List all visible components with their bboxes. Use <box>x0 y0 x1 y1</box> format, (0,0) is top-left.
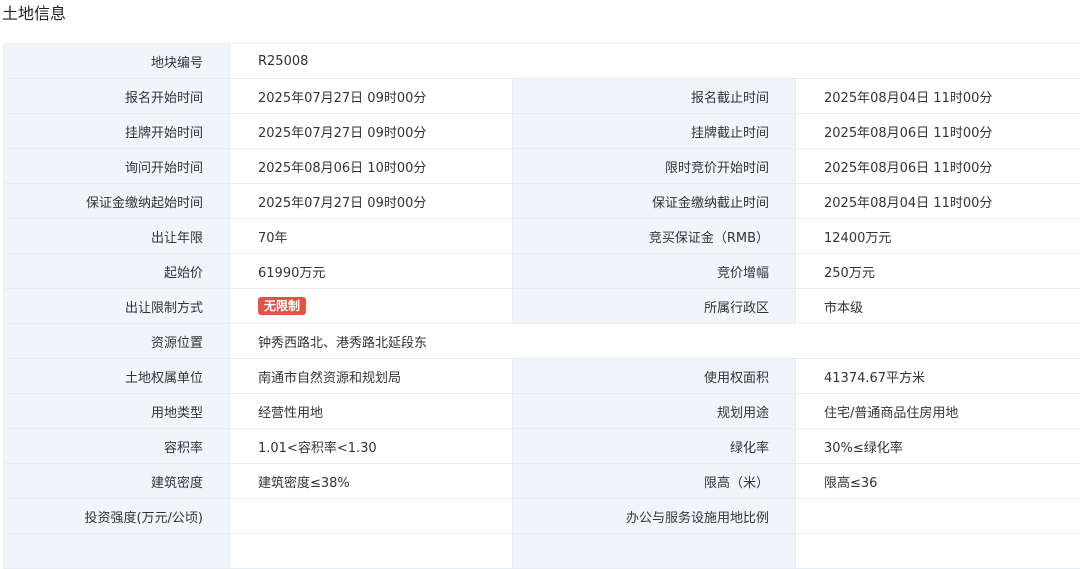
info-row: 容积率1.01<容积率<1.30绿化率30%≤绿化率 <box>4 429 1080 464</box>
field-value: 钟秀西路北、港秀路北延段东 <box>230 324 1080 359</box>
field-label: 土地权属单位 <box>4 359 230 394</box>
section-title: 土地信息 <box>2 3 66 25</box>
info-row: 用地类型经营性用地规划用途住宅/普通商品住房用地 <box>4 394 1080 429</box>
field-label: 所属行政区 <box>513 289 796 324</box>
info-row: 投资强度(万元/公顷) 办公与服务设施用地比例 <box>4 499 1080 534</box>
field-value: 250万元 <box>796 254 1080 289</box>
field-value: 30%≤绿化率 <box>796 429 1080 464</box>
field-value: 2025年07月27日 09时00分 <box>230 79 513 114</box>
field-value: 南通市自然资源和规划局 <box>230 359 513 394</box>
field-label <box>513 534 796 569</box>
field-value: 1.01<容积率<1.30 <box>230 429 513 464</box>
field-value: 限高≤36 <box>796 464 1080 499</box>
field-label: 挂牌开始时间 <box>4 114 230 149</box>
field-label <box>4 534 230 569</box>
field-label: 竞价增幅 <box>513 254 796 289</box>
field-value: 61990万元 <box>230 254 513 289</box>
field-label: 报名截止时间 <box>513 79 796 114</box>
field-value <box>796 534 1080 569</box>
field-label: 资源位置 <box>4 324 230 359</box>
info-row: 询问开始时间2025年08月06日 10时00分限时竞价开始时间2025年08月… <box>4 149 1080 184</box>
field-value: 经营性用地 <box>230 394 513 429</box>
field-value: 市本级 <box>796 289 1080 324</box>
field-value: 41374.67平方米 <box>796 359 1080 394</box>
field-label: 限时竞价开始时间 <box>513 149 796 184</box>
field-label: 保证金缴纳截止时间 <box>513 184 796 219</box>
info-row: 资源位置钟秀西路北、港秀路北延段东 <box>4 324 1080 359</box>
info-row: 建筑密度建筑密度≤38%限高（米）限高≤36 <box>4 464 1080 499</box>
field-value: 70年 <box>230 219 513 254</box>
field-value: 2025年08月06日 11时00分 <box>796 149 1080 184</box>
info-row: 地块编号R25008 <box>4 44 1080 79</box>
field-label: 地块编号 <box>4 44 230 79</box>
restriction-badge: 无限制 <box>258 297 306 315</box>
field-label: 使用权面积 <box>513 359 796 394</box>
field-label: 保证金缴纳起始时间 <box>4 184 230 219</box>
field-label: 挂牌截止时间 <box>513 114 796 149</box>
land-info-table: 地块编号R25008报名开始时间2025年07月27日 09时00分报名截止时间… <box>3 43 1080 569</box>
field-value: 2025年08月04日 11时00分 <box>796 79 1080 114</box>
info-row: 保证金缴纳起始时间2025年07月27日 09时00分保证金缴纳截止时间2025… <box>4 184 1080 219</box>
field-value <box>796 499 1080 534</box>
info-row: 出让限制方式 无限制 所属行政区市本级 <box>4 289 1080 324</box>
info-row: 报名开始时间2025年07月27日 09时00分报名截止时间2025年08月04… <box>4 79 1080 114</box>
field-value <box>230 499 513 534</box>
field-value: 2025年07月27日 09时00分 <box>230 184 513 219</box>
land-info-table-body: 地块编号R25008报名开始时间2025年07月27日 09时00分报名截止时间… <box>4 44 1080 569</box>
field-label: 投资强度(万元/公顷) <box>4 499 230 534</box>
info-row: 起始价61990万元竞价增幅250万元 <box>4 254 1080 289</box>
field-label: 报名开始时间 <box>4 79 230 114</box>
info-row: 土地权属单位南通市自然资源和规划局使用权面积41374.67平方米 <box>4 359 1080 394</box>
info-row <box>4 534 1080 569</box>
field-value: 2025年08月06日 10时00分 <box>230 149 513 184</box>
field-label: 竞买保证金（RMB） <box>513 219 796 254</box>
field-value: R25008 <box>230 44 1080 79</box>
field-value: 12400万元 <box>796 219 1080 254</box>
field-label: 建筑密度 <box>4 464 230 499</box>
field-value: 住宅/普通商品住房用地 <box>796 394 1080 429</box>
field-label: 询问开始时间 <box>4 149 230 184</box>
field-label: 办公与服务设施用地比例 <box>513 499 796 534</box>
field-value <box>230 534 513 569</box>
field-value: 2025年08月04日 11时00分 <box>796 184 1080 219</box>
field-value: 2025年08月06日 11时00分 <box>796 114 1080 149</box>
info-row: 出让年限70年竞买保证金（RMB）12400万元 <box>4 219 1080 254</box>
field-value: 无限制 <box>230 289 513 324</box>
field-value: 2025年07月27日 09时00分 <box>230 114 513 149</box>
field-label: 限高（米） <box>513 464 796 499</box>
field-label: 出让限制方式 <box>4 289 230 324</box>
field-label: 出让年限 <box>4 219 230 254</box>
field-label: 容积率 <box>4 429 230 464</box>
field-label: 用地类型 <box>4 394 230 429</box>
field-label: 起始价 <box>4 254 230 289</box>
field-label: 规划用途 <box>513 394 796 429</box>
field-value: 建筑密度≤38% <box>230 464 513 499</box>
field-label: 绿化率 <box>513 429 796 464</box>
info-row: 挂牌开始时间2025年07月27日 09时00分挂牌截止时间2025年08月06… <box>4 114 1080 149</box>
